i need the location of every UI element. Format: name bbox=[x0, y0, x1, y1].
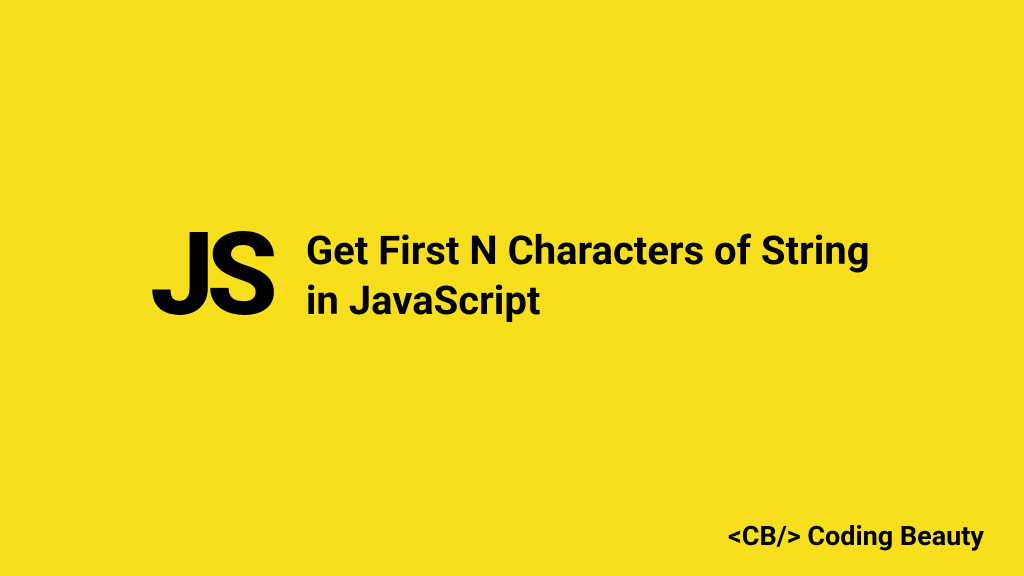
brand-signature: <CB/> Coding Beauty bbox=[728, 520, 984, 552]
main-content: JS Get First N Characters of String in J… bbox=[150, 218, 964, 333]
article-title: Get First N Characters of String in Java… bbox=[306, 226, 896, 326]
js-logo: JS bbox=[150, 218, 270, 333]
